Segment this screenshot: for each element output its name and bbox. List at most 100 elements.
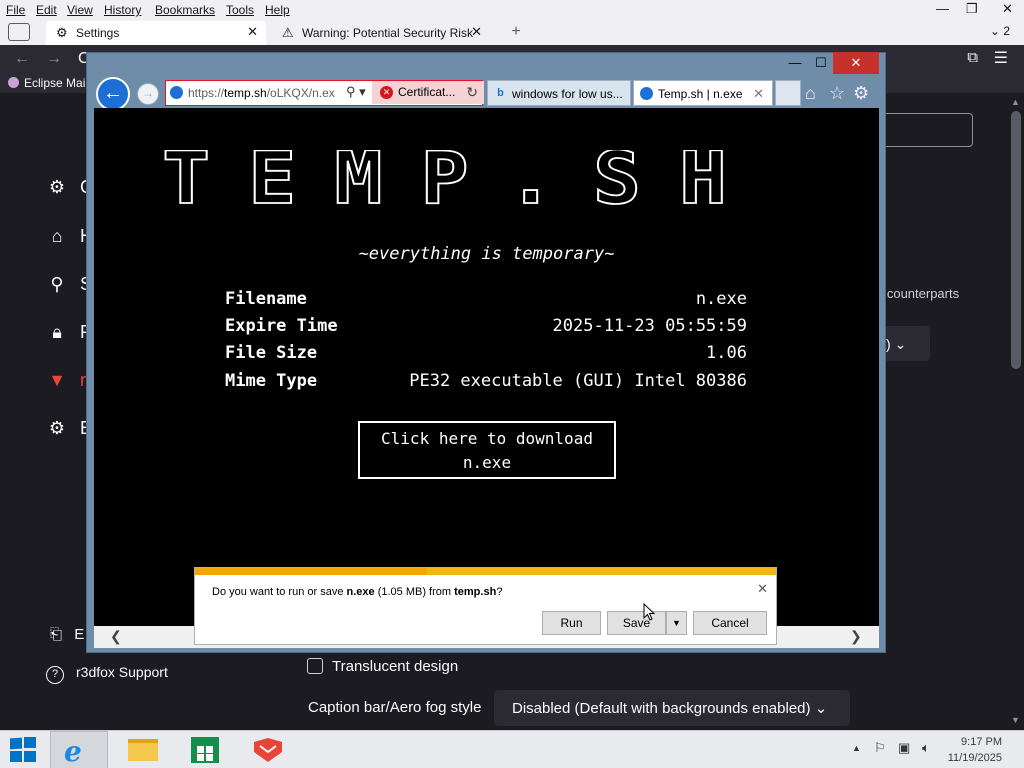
- start-button[interactable]: [10, 737, 38, 763]
- new-tab-button[interactable]: [775, 80, 801, 106]
- taskbar-r3dfox[interactable]: [238, 731, 296, 768]
- minimize-icon[interactable]: —: [936, 1, 949, 16]
- scroll-up-icon[interactable]: ▲: [1011, 97, 1020, 107]
- menu-file[interactable]: File: [6, 3, 25, 17]
- tab-bing-search[interactable]: b windows for low us...: [487, 80, 631, 106]
- checkbox-box[interactable]: [307, 658, 323, 674]
- menu-tools[interactable]: Tools: [226, 3, 254, 17]
- caption-bar-select[interactable]: Disabled (Default with backgrounds enabl…: [494, 690, 850, 726]
- tab-settings[interactable]: ⚙ Settings ✕: [46, 21, 266, 45]
- menu-view[interactable]: View: [67, 3, 93, 17]
- support-link[interactable]: ? r3dfox Support: [46, 664, 168, 684]
- tab-temp-sh[interactable]: Temp.sh | n.exe ✕: [633, 80, 773, 106]
- taskbar-internet-explorer[interactable]: e: [50, 731, 108, 768]
- favorites-star-icon[interactable]: ☆: [829, 83, 845, 104]
- list-all-tabs-button[interactable]: ⌄ 2: [990, 24, 1010, 38]
- store-icon-pane: [206, 754, 213, 761]
- help-icon: ?: [46, 666, 64, 684]
- extensions-icon[interactable]: ⧉: [967, 49, 978, 66]
- mouse-cursor-icon: [643, 603, 655, 621]
- network-icon[interactable]: ▣: [898, 740, 910, 756]
- download-site: temp.sh: [454, 586, 497, 598]
- refresh-icon[interactable]: ↻: [466, 84, 478, 101]
- show-hidden-icons-icon[interactable]: ▲: [852, 743, 861, 753]
- search-icon[interactable]: ⚲ ▾: [346, 84, 366, 100]
- clock[interactable]: 9:17 PM 11/19/2025: [948, 734, 1002, 766]
- volume-muted-icon[interactable]: 🔈︎: [922, 740, 930, 756]
- taskbar-file-explorer[interactable]: [114, 731, 172, 768]
- forward-button[interactable]: →: [137, 83, 159, 105]
- scrollbar-thumb[interactable]: [1011, 111, 1021, 369]
- row-value: 1.06: [706, 343, 747, 363]
- tab-security-warning[interactable]: ⚠ Warning: Potential Security Risk ✕: [272, 21, 490, 45]
- menu-bookmarks[interactable]: Bookmarks: [155, 3, 215, 17]
- row-label: File Size: [225, 343, 318, 363]
- restore-icon[interactable]: ❐: [966, 1, 978, 17]
- bookmark-label: Eclipse Mai: [24, 76, 86, 90]
- scroll-left-icon[interactable]: ❮: [110, 628, 122, 645]
- scroll-right-icon[interactable]: ❯: [850, 628, 862, 645]
- row-value: n.exe: [695, 289, 747, 309]
- tab-count: 2: [1003, 24, 1010, 38]
- settings-gear-icon[interactable]: ⚙: [853, 83, 869, 104]
- gear-icon: ⚙: [48, 418, 66, 438]
- message-prefix: Do you want to run or save: [212, 586, 347, 598]
- menu-edit[interactable]: Edit: [36, 3, 57, 17]
- url-text[interactable]: https://temp.sh/oLKQX/n.ex: [188, 86, 348, 100]
- save-options-dropdown[interactable]: ▼: [666, 611, 687, 635]
- menu-icon[interactable]: ☰: [994, 48, 1008, 68]
- minimize-icon[interactable]: —: [785, 52, 805, 74]
- home-icon: ⌂: [51, 226, 63, 246]
- settings-search-input[interactable]: [875, 113, 973, 147]
- url-path: /oLKQX/n.ex: [266, 86, 335, 100]
- cancel-button[interactable]: Cancel: [693, 611, 767, 635]
- close-tab-icon[interactable]: ✕: [753, 86, 764, 102]
- save-button[interactable]: Save: [607, 611, 666, 635]
- close-icon[interactable]: ✕: [1002, 1, 1013, 17]
- back-icon[interactable]: ←: [14, 50, 30, 68]
- ie-icon: e: [64, 735, 82, 768]
- gear-icon: ⚙: [56, 25, 68, 40]
- gear-icon: ⚙: [48, 177, 66, 197]
- run-button[interactable]: Run: [542, 611, 601, 635]
- file-explorer-icon: [128, 739, 158, 761]
- bookmark-eclipse[interactable]: Eclipse Mai: [8, 76, 85, 90]
- translucent-design-checkbox[interactable]: Translucent design: [307, 658, 458, 675]
- forward-icon[interactable]: →: [46, 50, 62, 68]
- row-label: Filename: [225, 289, 307, 309]
- vertical-scrollbar[interactable]: ▲ ▼: [1008, 93, 1024, 730]
- download-link-button[interactable]: Click here to download n.exe: [358, 421, 616, 479]
- close-icon[interactable]: ✕: [833, 52, 879, 74]
- sidebar-item-extensions[interactable]: ⎗ E: [50, 626, 84, 643]
- lock-icon: 🔒︎: [52, 322, 62, 342]
- tab-overview-icon[interactable]: [8, 23, 30, 41]
- taskbar-store[interactable]: [176, 731, 234, 768]
- eclipse-icon: [8, 77, 19, 88]
- menu-help[interactable]: Help: [265, 3, 290, 17]
- menu-history[interactable]: History: [104, 3, 141, 17]
- sidebar-item-r3dfox[interactable]: ▼ r: [46, 370, 86, 391]
- scroll-down-icon[interactable]: ▼: [1011, 715, 1020, 725]
- setting-description: o counterparts: [876, 286, 960, 301]
- download-progress-fill: [195, 568, 428, 575]
- maximize-icon[interactable]: ☐: [811, 52, 831, 74]
- close-icon[interactable]: ✕: [757, 581, 768, 597]
- download-filename: n.exe: [346, 586, 375, 598]
- home-icon[interactable]: ⌂: [805, 83, 816, 104]
- info-row-file-size: File Size 1.06: [225, 343, 747, 365]
- action-center-flag-icon[interactable]: ⚐: [874, 740, 886, 756]
- close-tab-icon[interactable]: ✕: [471, 24, 482, 40]
- search-icon: ⚲: [50, 274, 64, 294]
- internet-explorer-window: — ☐ ✕ ← → https://temp.sh/oLKQX/n.ex ⚲ ▾…: [86, 52, 886, 653]
- clock-time: 9:17 PM: [961, 736, 1002, 748]
- new-tab-button[interactable]: +: [506, 24, 526, 42]
- close-tab-icon[interactable]: ✕: [247, 24, 258, 40]
- start-icon-pane: [24, 737, 36, 748]
- row-label: Expire Time: [225, 316, 338, 336]
- info-row-expire-time: Expire Time 2025-11-23 05:55:59: [225, 316, 747, 338]
- clock-date: 11/19/2025: [947, 752, 1002, 764]
- back-button[interactable]: ←: [96, 77, 130, 111]
- tab-label: Temp.sh | n.exe: [658, 87, 743, 101]
- address-bar[interactable]: https://temp.sh/oLKQX/n.ex ⚲ ▾ ✕ Certific…: [165, 80, 484, 106]
- bing-icon: b: [497, 87, 504, 99]
